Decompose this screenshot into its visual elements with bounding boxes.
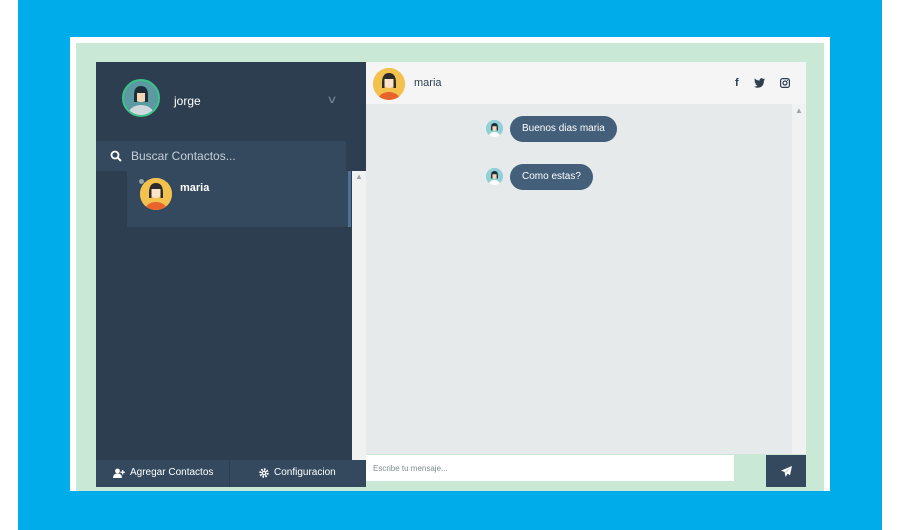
user-avatar-icon bbox=[124, 81, 158, 115]
paper-plane-icon bbox=[780, 465, 792, 477]
female-avatar-icon bbox=[140, 178, 172, 210]
add-user-icon bbox=[113, 468, 125, 478]
message-bubble: Como estas? bbox=[510, 164, 593, 190]
messages-area bbox=[366, 104, 792, 454]
user-avatar-icon bbox=[486, 168, 503, 185]
message-bubble: Buenos dias maria bbox=[510, 116, 617, 142]
search-input[interactable] bbox=[131, 146, 331, 166]
add-contacts-label: Agregar Contactos bbox=[130, 467, 214, 478]
contact-avatar bbox=[140, 178, 172, 210]
send-button[interactable] bbox=[766, 455, 806, 487]
scroll-up-icon[interactable]: ▲ bbox=[355, 172, 363, 181]
settings-label: Configuracion bbox=[274, 467, 336, 478]
status-indicator bbox=[139, 179, 144, 184]
message-avatar bbox=[486, 168, 503, 185]
contacts-scrollbar[interactable] bbox=[352, 171, 366, 460]
twitter-icon[interactable] bbox=[754, 78, 765, 88]
instagram-icon[interactable] bbox=[780, 78, 790, 88]
female-avatar-icon bbox=[373, 68, 405, 100]
gear-icon bbox=[259, 467, 269, 478]
contacts-scrollbar-thumb[interactable] bbox=[348, 171, 351, 227]
bottom-bar-divider bbox=[229, 460, 230, 487]
chat-contact-avatar bbox=[373, 68, 405, 100]
chat-contact-name: maria bbox=[414, 77, 442, 89]
sidebar bbox=[96, 62, 366, 487]
profile-avatar[interactable] bbox=[122, 79, 160, 117]
add-contacts-button[interactable]: Agregar Contactos bbox=[113, 467, 213, 478]
messages-scrollbar[interactable] bbox=[792, 104, 806, 454]
facebook-icon[interactable]: f bbox=[735, 77, 739, 89]
scroll-up-icon[interactable]: ▲ bbox=[795, 106, 803, 115]
chevron-down-icon[interactable]: ∨ bbox=[326, 93, 337, 106]
contact-name: maria bbox=[180, 182, 210, 194]
message-avatar bbox=[486, 120, 503, 137]
search-icon bbox=[110, 150, 122, 162]
message-input[interactable] bbox=[366, 455, 734, 481]
profile-name: jorge bbox=[174, 94, 201, 108]
settings-button[interactable]: Configuracion bbox=[259, 467, 336, 478]
user-avatar-icon bbox=[486, 120, 503, 137]
